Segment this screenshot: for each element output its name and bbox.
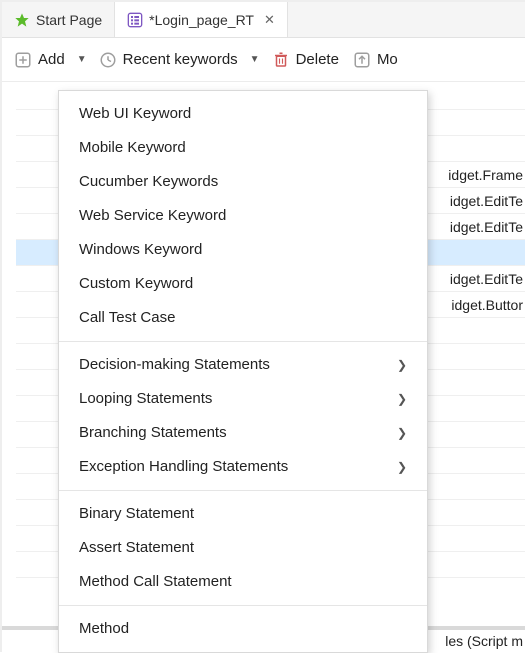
menu-item[interactable]: Cucumber Keywords	[59, 165, 427, 199]
chevron-right-icon: ❯	[397, 460, 407, 474]
close-icon[interactable]: ✕	[260, 12, 275, 28]
recent-keywords-button[interactable]: Recent keywords	[95, 49, 242, 71]
list-icon	[127, 12, 143, 28]
menu-item-label: Web Service Keyword	[79, 207, 226, 225]
menu-item[interactable]: Exception Handling Statements ❯	[59, 450, 427, 484]
menu-item[interactable]: Windows Keyword	[59, 233, 427, 267]
menu-item-label: Custom Keyword	[79, 275, 193, 293]
chevron-right-icon: ❯	[397, 426, 407, 440]
tab-login-page[interactable]: *Login_page_RT ✕	[115, 2, 288, 37]
plus-icon	[14, 51, 32, 69]
menu-item-label: Assert Statement	[79, 539, 194, 557]
menu-item-label: Branching Statements	[79, 424, 227, 442]
menu-item[interactable]: Looping Statements ❯	[59, 382, 427, 416]
add-dropdown-menu: Web UI Keyword Mobile Keyword Cucumber Key…	[58, 90, 428, 653]
menu-item[interactable]: Web Service Keyword	[59, 199, 427, 233]
add-label: Add	[38, 51, 65, 68]
star-icon	[14, 12, 30, 28]
menu-separator	[59, 490, 427, 491]
menu-item[interactable]: Method Call Statement	[59, 565, 427, 599]
menu-item[interactable]: Mobile Keyword	[59, 131, 427, 165]
menu-item[interactable]: Method	[59, 612, 427, 646]
menu-item-label: Windows Keyword	[79, 241, 202, 259]
tab-label: Start Page	[36, 12, 102, 28]
menu-separator	[59, 605, 427, 606]
move-button[interactable]: Mo	[349, 49, 402, 71]
menu-item[interactable]: Decision-making Statements ❯	[59, 348, 427, 382]
menu-item-label: Method Call Statement	[79, 573, 232, 591]
menu-item-label: Web UI Keyword	[79, 105, 191, 123]
menu-item-label: Exception Handling Statements	[79, 458, 288, 476]
menu-item[interactable]: Web UI Keyword	[59, 97, 427, 131]
menu-item-label: Cucumber Keywords	[79, 173, 218, 191]
trash-icon	[272, 51, 290, 69]
tab-label: *Login_page_RT	[149, 12, 254, 28]
menu-item-label: Mobile Keyword	[79, 139, 186, 157]
recent-label: Recent keywords	[123, 51, 238, 68]
menu-item[interactable]: Call Test Case	[59, 301, 427, 335]
menu-item-label: Call Test Case	[79, 309, 175, 327]
footer-text: les (Script m	[445, 633, 523, 649]
toolbar: Add ▼ Recent keywords ▼ Delete Mo	[2, 38, 525, 82]
menu-item-label: Method	[79, 620, 129, 638]
menu-item[interactable]: Branching Statements ❯	[59, 416, 427, 450]
chevron-down-icon[interactable]: ▼	[248, 54, 262, 65]
arrow-up-icon	[353, 51, 371, 69]
menu-item[interactable]: Binary Statement	[59, 497, 427, 531]
clock-icon	[99, 51, 117, 69]
menu-separator	[59, 341, 427, 342]
chevron-right-icon: ❯	[397, 358, 407, 372]
delete-button[interactable]: Delete	[268, 49, 343, 71]
chevron-right-icon: ❯	[397, 392, 407, 406]
add-button[interactable]: Add	[10, 49, 69, 71]
tab-bar: Start Page *Login_page_RT ✕	[2, 2, 525, 38]
menu-item-label: Decision-making Statements	[79, 356, 270, 374]
menu-item-label: Binary Statement	[79, 505, 194, 523]
chevron-down-icon[interactable]: ▼	[75, 54, 89, 65]
move-label: Mo	[377, 51, 398, 68]
menu-item[interactable]: Custom Keyword	[59, 267, 427, 301]
tab-start-page[interactable]: Start Page	[2, 2, 115, 37]
menu-item-label: Looping Statements	[79, 390, 212, 408]
menu-item[interactable]: Assert Statement	[59, 531, 427, 565]
delete-label: Delete	[296, 51, 339, 68]
